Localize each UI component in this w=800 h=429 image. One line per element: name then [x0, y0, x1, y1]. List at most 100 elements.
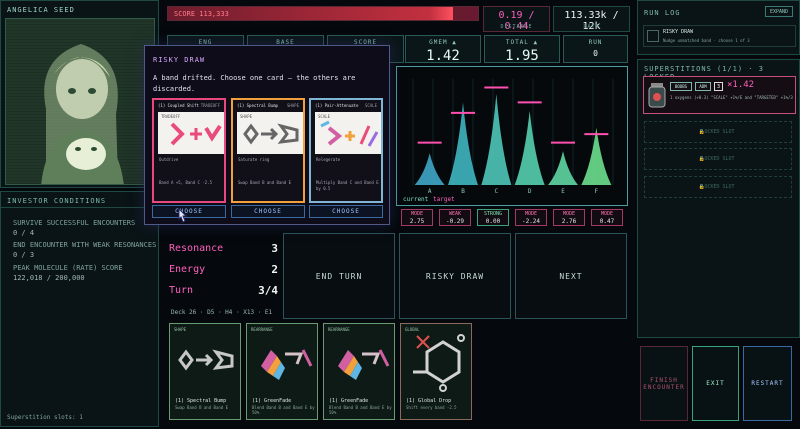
card-kind: SCALE: [364, 103, 377, 108]
stat-resonance-label: Resonance: [169, 243, 224, 254]
character-name: ANGELICA SEED: [7, 6, 75, 14]
stat-turn-value: 3/4: [258, 284, 278, 297]
card-desc: Multiply Band C and Band E by 0.5: [316, 180, 379, 191]
current-band-peak: [514, 110, 545, 185]
condition-value: 0 / 3: [13, 251, 35, 259]
legend-current: current: [403, 196, 429, 203]
card-type: REARRANGE: [328, 327, 350, 332]
band-tag: MODE 0.47: [591, 209, 623, 226]
card-art-tag: SCALE: [318, 114, 331, 119]
run-label: RUN: [588, 39, 603, 46]
card-type: REARRANGE: [251, 327, 273, 332]
condition-label: END ENCOUNTER WITH WEAK RESONANCES: [13, 241, 157, 249]
card-desc: Band A +5, Band C -2.5: [159, 180, 212, 185]
modal-card-pair-attenuate[interactable]: (1) Pair-Attenuate SCALE SCALE Relegerat…: [309, 98, 383, 203]
expand-button[interactable]: EXPAND: [765, 6, 793, 17]
condition-label: PEAK MOLECULE (RATE) SCORE: [13, 264, 123, 272]
metric-run: RUN 0: [563, 35, 628, 63]
score-label: SCORE 113,333: [174, 10, 229, 18]
card-name: (1) Coupled Shift: [158, 103, 199, 108]
superstition-slots: Superstition slots: 1: [7, 414, 83, 421]
hand-card[interactable]: GLOBAL (1) Global Drop Shift every band …: [400, 323, 472, 420]
spectrum-chart: A B C D E Fcurrent target: [396, 66, 628, 206]
card-art-icon: [178, 349, 234, 371]
run-log-entry: RISKY DRAW Nudge unmatched band · choose…: [643, 25, 796, 47]
gmem-value: 1.42: [426, 48, 460, 64]
current-band-peak: [414, 153, 445, 185]
choose-button[interactable]: CHOOSE: [231, 205, 305, 218]
superstition-card[interactable]: BOOBS ADM 3 ×1.42 1 oxygens (+0.3) "SCAL…: [643, 76, 796, 114]
band-tag: MODE 2.76: [553, 209, 585, 226]
band-tag-name: MODE: [410, 211, 424, 217]
card-desc: Blend Band B and Band E by 50%: [252, 405, 315, 415]
log-entry-title: RISKY DRAW: [663, 29, 694, 35]
card-art: SCALE: [315, 112, 381, 154]
band-tag-value: 2.76: [561, 218, 577, 225]
exit-button[interactable]: EXIT: [692, 346, 739, 421]
condition-value: 0 / 4: [13, 229, 35, 237]
card-name: (1) GreenFade: [252, 398, 292, 404]
locked-slot: 🔒 LOCKED SLOT: [644, 148, 792, 170]
stat-resonance-value: 3: [271, 242, 278, 255]
hand-card[interactable]: REARRANGE (1) GreenFade Blend Band B and…: [323, 323, 395, 420]
modal-card-coupled-shift[interactable]: (1) Coupled Shift TRADEOFF TRADEOFF Outd…: [152, 98, 226, 203]
locked-slot-label: LOCKED SLOT: [701, 156, 735, 162]
band-tag-name: MODE: [562, 211, 576, 217]
total-value: 1.95: [505, 48, 539, 64]
category-label: A: [428, 188, 432, 195]
run-log-panel: RUN LOG EXPAND RISKY DRAW Nudge unmatche…: [637, 0, 800, 55]
metric-total: TOTAL ▲ 1.95: [484, 35, 560, 64]
band-tag: MODE 2.75: [401, 209, 433, 226]
band-tag-value: 0.00: [485, 218, 501, 225]
hand-cursor-icon: [178, 208, 188, 223]
card-art-icon: [261, 349, 313, 380]
card-desc: Swap Band B and Band E: [238, 180, 291, 185]
category-label: C: [495, 188, 499, 195]
band-tag: MODE -2.24: [515, 209, 547, 226]
card-name: (1) Spectral Bump: [175, 398, 227, 404]
card-art-tag: TRADEOFF: [161, 114, 181, 119]
log-entry-icon: [647, 30, 659, 42]
modal-title: RISKY DRAW: [153, 56, 206, 64]
card-kind: TRADEOFF: [200, 103, 220, 108]
band-tag-value: -0.29: [445, 218, 465, 225]
card-desc: Blend Band B and Band E by 50%: [329, 405, 392, 415]
card-kind: SHAPE: [286, 103, 299, 108]
hand-card[interactable]: SHAPE (1) Spectral Bump Swap Band B and …: [169, 323, 241, 420]
band-tag-name: MODE: [524, 211, 538, 217]
choose-button[interactable]: CHOOSE: [152, 205, 226, 218]
risky-draw-button[interactable]: RISKY DRAW: [399, 233, 511, 319]
hand-card[interactable]: REARRANGE (1) GreenFade Blend Band B and…: [246, 323, 318, 420]
card-art-icon: [338, 349, 390, 380]
finish-encounter-button[interactable]: FINISH ENCOUNTER: [640, 346, 688, 421]
superstitions-panel: SUPERSTITIONS (1/1) · 3 LOCKED BOOBS ADM…: [637, 59, 800, 338]
distance-label: DISTANCE: [500, 24, 533, 30]
modal-card-spectral-bump[interactable]: (1) Spectral Bump SHAPE SHAPE Saturate r…: [231, 98, 305, 203]
spectrum-chart-svg: A B C D E Fcurrent target: [403, 79, 614, 203]
superstition-level: 3: [714, 82, 723, 91]
card-art: SHAPE: [237, 112, 303, 154]
band-tag-value: 0.47: [599, 218, 615, 225]
run-log-title: RUN LOG: [644, 9, 681, 17]
locked-slot: 🔒 LOCKED SLOT: [644, 176, 792, 198]
card-desc: Swap Band B and Band E: [175, 405, 228, 410]
superstition-mult: ×1.42: [727, 80, 755, 90]
card-type: SHAPE: [174, 327, 187, 332]
legend-target: target: [433, 196, 455, 203]
choose-button[interactable]: CHOOSE: [309, 205, 383, 218]
locked-slot-label: LOCKED SLOT: [701, 184, 735, 190]
end-turn-button[interactable]: END TURN: [283, 233, 395, 319]
metric-gmem: GMEM ▲ 1.42: [405, 35, 481, 64]
card-flavor: Relegerate: [316, 157, 341, 162]
score-bar: SCORE 113,333: [167, 6, 479, 21]
locked-slot: 🔒 LOCKED SLOT: [644, 121, 792, 143]
stat-turn-label: Turn: [169, 285, 194, 296]
restart-button[interactable]: RESTART: [743, 346, 792, 421]
superstition-badge: ADM: [695, 82, 711, 91]
next-button[interactable]: NEXT: [515, 233, 627, 319]
rate-box: 113.33k / 12k RATE: [553, 6, 630, 32]
gmem-label: GMEM ▲: [429, 39, 457, 46]
distance-box: 0.19 / 0.44 DISTANCE: [483, 6, 550, 32]
band-tag-value: -2.24: [521, 218, 541, 225]
jar-icon: [648, 83, 666, 108]
